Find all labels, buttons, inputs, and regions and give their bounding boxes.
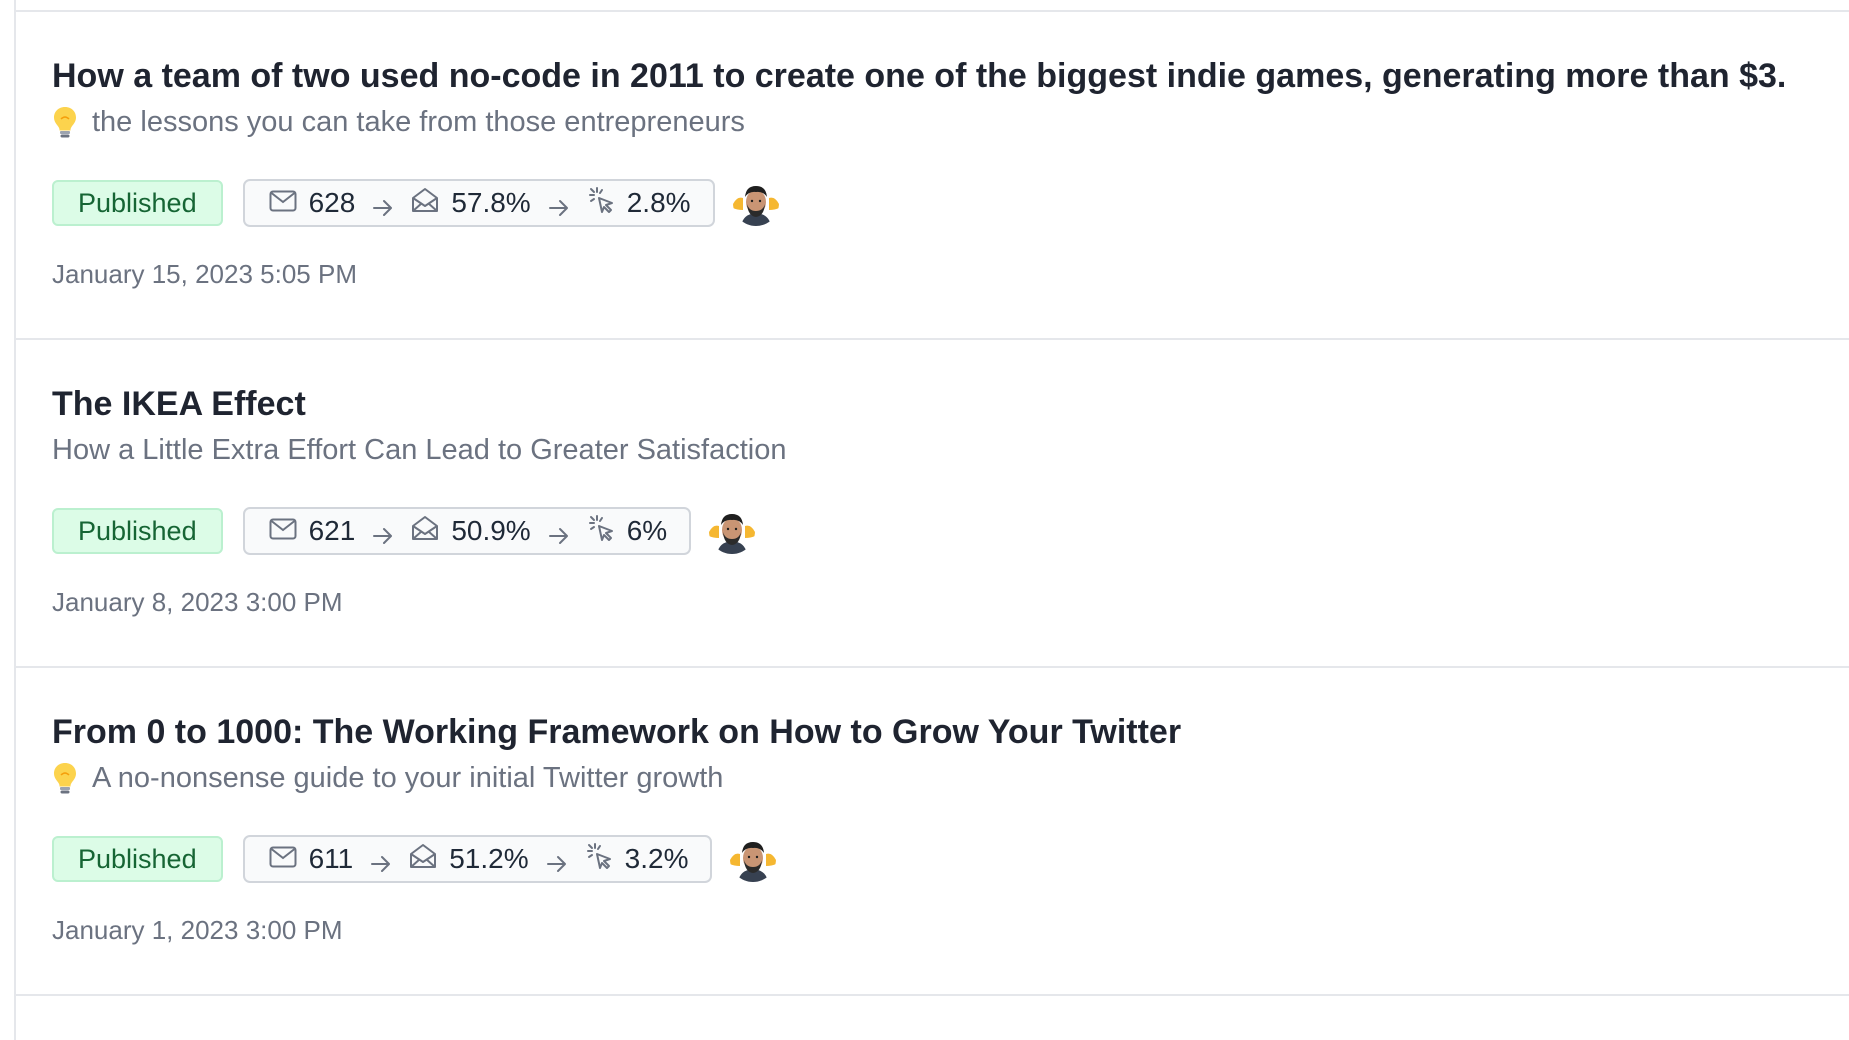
post-date: January 8, 2023 3:00 PM — [52, 587, 343, 617]
arrow-right-icon — [545, 849, 569, 872]
status-badge: Published — [52, 508, 223, 554]
recipients-count: 611 — [308, 843, 354, 874]
lightbulb-icon — [52, 761, 78, 795]
open-rate: 51.2% — [449, 843, 529, 874]
arrow-right-icon — [547, 521, 571, 544]
status-badge: Published — [52, 180, 223, 226]
post-item[interactable]: How a team of two used no-code in 2011 t… — [16, 12, 1849, 340]
subtitle-text: A no-nonsense guide to your initial Twit… — [92, 762, 724, 794]
engagement-metrics[interactable]: 628 57.8% 2.8% — [242, 179, 715, 227]
click-rate: 3.2% — [624, 843, 689, 874]
post-stats-row: Published 621 50.9% 6% — [52, 506, 1849, 556]
avatar — [732, 180, 779, 226]
post-title[interactable]: From 0 to 1000: The Working Framework on… — [52, 710, 1849, 754]
arrow-right-icon — [371, 521, 395, 544]
post-list: How a team of two used no-code in 2011 t… — [16, 12, 1849, 996]
engagement-metrics[interactable]: 621 50.9% 6% — [242, 507, 692, 555]
status-badge: Published — [52, 836, 223, 882]
post-list-page: How a team of two used no-code in 2011 t… — [0, 0, 1849, 1040]
click-rate: 2.8% — [626, 187, 691, 218]
subtitle-text: the lessons you can take from those entr… — [92, 106, 745, 138]
recipients-count: 628 — [308, 187, 356, 218]
cursor-click-icon — [585, 842, 613, 877]
post-item[interactable]: The IKEA Effect How a Little Extra Effor… — [16, 340, 1849, 668]
post-stats-row: Published 611 51.2% 3.2% — [52, 834, 1849, 884]
post-title[interactable]: How a team of two used no-code in 2011 t… — [52, 54, 1849, 98]
mail-open-icon — [411, 187, 439, 220]
avatar — [730, 836, 777, 882]
cursor-click-icon — [587, 514, 615, 549]
avatar — [709, 508, 756, 554]
cursor-click-icon — [587, 186, 615, 221]
click-rate: 6% — [626, 515, 668, 546]
post-item[interactable]: From 0 to 1000: The Working Framework on… — [16, 668, 1849, 996]
post-subtitle: A no-nonsense guide to your initial Twit… — [52, 758, 1849, 798]
mail-open-icon — [409, 843, 437, 876]
open-rate: 50.9% — [451, 515, 531, 546]
mail-icon — [269, 843, 297, 875]
lightbulb-icon — [52, 105, 78, 139]
subtitle-text: How a Little Extra Effort Can Lead to Gr… — [52, 434, 787, 466]
post-subtitle: How a Little Extra Effort Can Lead to Gr… — [52, 430, 1849, 470]
arrow-right-icon — [369, 849, 393, 872]
engagement-metrics[interactable]: 611 51.2% 3.2% — [242, 835, 713, 883]
arrow-right-icon — [371, 193, 395, 216]
recipients-count: 621 — [308, 515, 356, 546]
post-subtitle: the lessons you can take from those entr… — [52, 102, 1849, 142]
mail-open-icon — [411, 515, 439, 548]
post-title[interactable]: The IKEA Effect — [52, 382, 1849, 426]
post-stats-row: Published 628 57.8% 2.8% — [52, 178, 1849, 228]
arrow-right-icon — [547, 193, 571, 216]
post-date: January 1, 2023 3:00 PM — [52, 915, 343, 945]
post-date: January 15, 2023 5:05 PM — [52, 259, 357, 289]
mail-icon — [269, 187, 297, 219]
open-rate: 57.8% — [451, 187, 531, 218]
mail-icon — [269, 515, 297, 547]
